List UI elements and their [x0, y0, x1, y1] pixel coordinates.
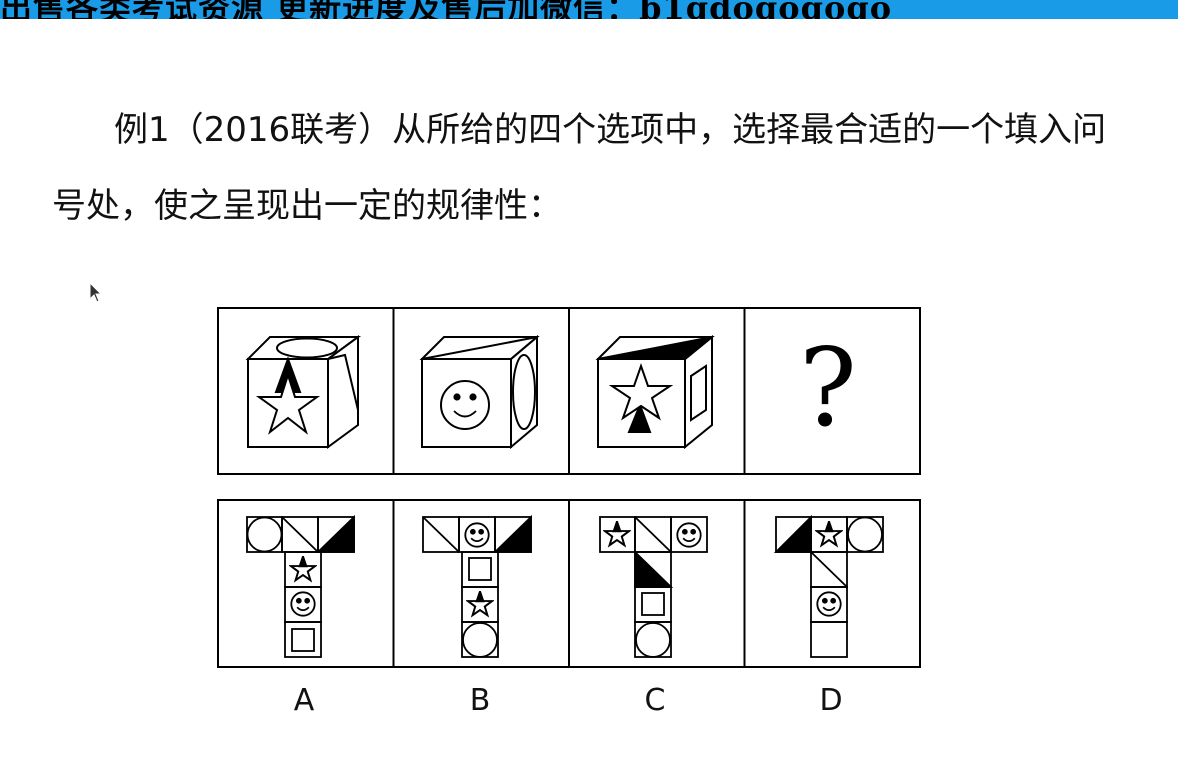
question-mark: ? [799, 326, 857, 451]
cube-3 [595, 334, 715, 450]
option-d-label: D [819, 683, 843, 718]
option-d-net [773, 514, 884, 658]
cube-2 [419, 334, 540, 450]
option-c-label: C [644, 683, 666, 718]
option-b-label: B [469, 683, 491, 718]
options-row [217, 499, 921, 668]
cube-1 [245, 335, 362, 449]
puzzle-figure: ? [217, 307, 921, 668]
option-a-net [246, 514, 355, 658]
option-b-net [422, 514, 532, 658]
option-a-label: A [293, 683, 315, 718]
option-c-net [599, 516, 708, 658]
